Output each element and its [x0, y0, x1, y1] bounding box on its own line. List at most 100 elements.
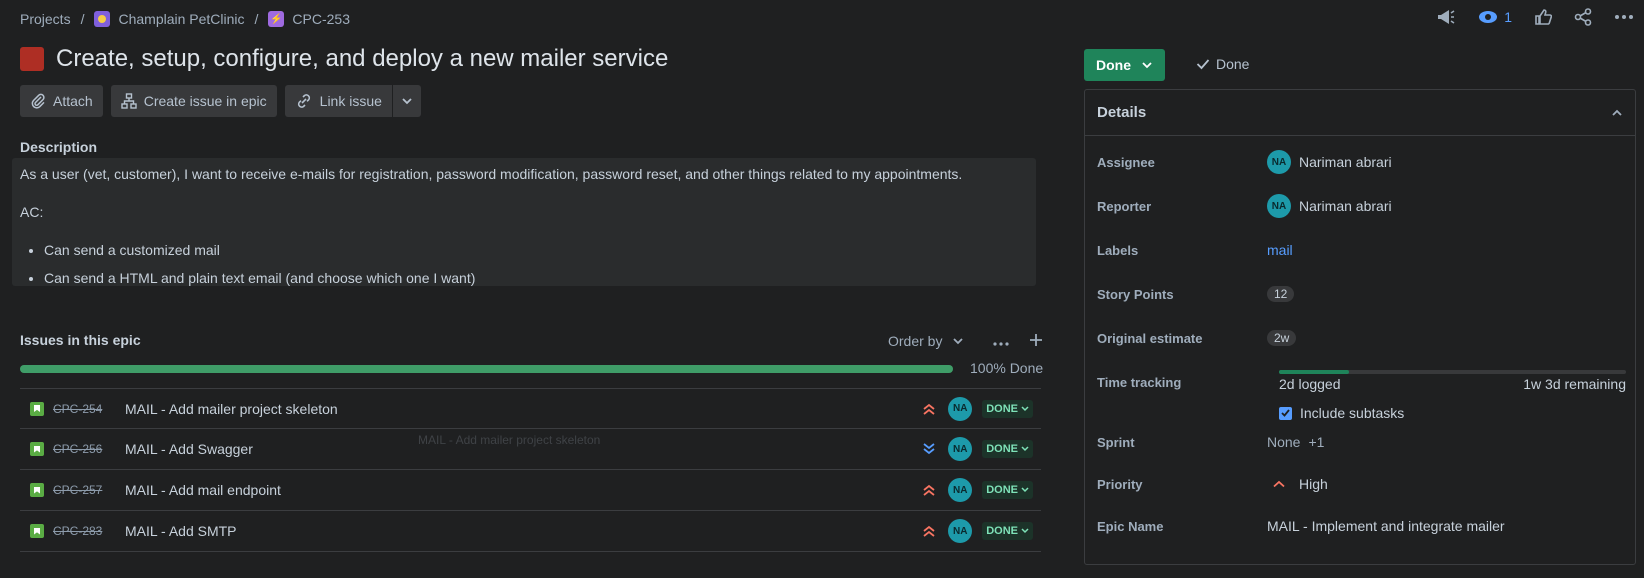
details-title: Details [1097, 104, 1147, 121]
issue-key-link[interactable]: CPC-283 [53, 524, 115, 538]
eye-icon [1479, 11, 1498, 23]
time-tracking-labels: 2d logged 1w 3d remaining [1279, 376, 1626, 392]
description-paragraph: As a user (vet, customer), I want to rec… [20, 166, 963, 182]
include-subtasks[interactable]: Include subtasks [1279, 401, 1579, 425]
resolution: Done [1196, 56, 1249, 72]
issue-summary[interactable]: MAIL - Add SMTP [125, 523, 920, 539]
reporter-avatar: NA [1267, 194, 1291, 218]
assignee-field: Assignee NA Nariman abrari [1097, 150, 1627, 174]
label-mail-link[interactable]: mail [1267, 242, 1293, 258]
sprint-value[interactable]: None +1 [1267, 434, 1324, 450]
time-remaining: 1w 3d remaining [1523, 376, 1626, 392]
epic-name-value[interactable]: MAIL - Implement and integrate mailer [1267, 518, 1505, 534]
chevron-down-icon [1021, 405, 1029, 411]
assignee-value[interactable]: NA Nariman abrari [1267, 150, 1392, 174]
order-by-label: Order by [888, 333, 943, 349]
breadcrumb-project[interactable]: Champlain PetClinic [118, 11, 244, 27]
status-transition-button[interactable]: Done [1084, 49, 1165, 81]
reporter-value[interactable]: NA Nariman abrari [1267, 194, 1392, 218]
create-issue-in-epic-label: Create issue in epic [143, 93, 267, 109]
assignee-avatar[interactable]: NA [948, 437, 973, 461]
epic-progress-bar [20, 365, 953, 373]
priority-field: Priority High [1097, 472, 1627, 496]
breadcrumb-issue-key[interactable]: CPC-253 [292, 11, 350, 27]
story-points-value[interactable]: 12 [1267, 286, 1295, 302]
status-lozenge[interactable]: DONE [982, 481, 1033, 499]
more-actions-icon[interactable] [1614, 14, 1634, 20]
reporter-field: Reporter NA Nariman abrari [1097, 194, 1627, 218]
status-lozenge[interactable]: DONE [982, 522, 1033, 540]
include-subtasks-checkbox[interactable] [1279, 406, 1292, 420]
breadcrumb: Projects / Champlain PetClinic / ⚡ CPC-2… [20, 9, 350, 29]
sprint-none: None [1267, 434, 1301, 450]
sprint-extra: +1 [1308, 434, 1325, 450]
priority-name: High [1299, 476, 1328, 492]
description-body[interactable]: As a user (vet, customer), I want to rec… [12, 158, 1036, 286]
assignee-avatar: NA [1267, 150, 1291, 174]
status-lozenge[interactable]: DONE [982, 440, 1033, 458]
story-type-icon [30, 524, 44, 538]
chevron-down-icon [1021, 446, 1029, 452]
project-avatar-icon [94, 11, 111, 27]
assignee-avatar[interactable]: NA [948, 519, 973, 543]
more-actions-dropdown[interactable] [392, 85, 421, 117]
issue-title[interactable]: Create, setup, configure, and deploy a n… [56, 45, 668, 73]
issue-summary[interactable]: MAIL - Add mailer project skeleton [125, 401, 920, 417]
assignee-label: Assignee [1097, 154, 1155, 170]
priority-high-icon [1267, 480, 1291, 488]
assignee-name: Nariman abrari [1299, 154, 1392, 170]
story-type-icon [30, 483, 44, 497]
breadcrumb-projects[interactable]: Projects [20, 11, 71, 27]
like-thumbs-up-icon[interactable] [1534, 8, 1552, 26]
time-logged: 2d logged [1279, 376, 1341, 392]
status-lozenge[interactable]: DONE [982, 399, 1033, 418]
issue-key-link[interactable]: CPC-256 [53, 442, 115, 456]
epic-type-icon: ⚡ [268, 11, 285, 27]
issue-header: Create, setup, configure, and deploy a n… [20, 45, 668, 73]
description-heading: Description [20, 139, 98, 155]
reporter-name: Nariman abrari [1299, 198, 1392, 214]
epic-issue-row[interactable]: CPC-283 MAIL - Add SMTP NA DONE [20, 511, 1041, 552]
chevron-down-icon [1021, 528, 1029, 534]
sprint-label: Sprint [1097, 434, 1135, 450]
epic-issue-list: CPC-254 MAIL - Add mailer project skelet… [20, 388, 1041, 552]
epic-issue-row[interactable]: CPC-257 MAIL - Add mail endpoint NA DONE [20, 470, 1041, 511]
feedback-megaphone-icon[interactable] [1436, 8, 1456, 26]
link-icon [297, 94, 310, 108]
link-issue-group: Link issue [284, 85, 421, 117]
attach-label: Attach [53, 93, 93, 109]
assignee-avatar[interactable]: NA [948, 396, 973, 421]
issue-key-link[interactable]: CPC-257 [53, 483, 115, 497]
epic-name-label: Epic Name [1097, 518, 1164, 534]
sprint-field: Sprint None +1 [1097, 430, 1627, 454]
priority-highest-icon [920, 400, 938, 418]
details-header[interactable]: Details [1085, 90, 1635, 136]
priority-label: Priority [1097, 476, 1143, 492]
share-icon[interactable] [1574, 8, 1592, 26]
order-by-dropdown[interactable]: Order by [888, 333, 964, 349]
assignee-avatar[interactable]: NA [948, 478, 973, 502]
original-estimate-value[interactable]: 2w [1267, 330, 1297, 346]
resolution-label: Done [1216, 56, 1250, 72]
issue-key-link[interactable]: CPC-254 [53, 402, 115, 416]
story-points-field: Story Points 12 [1097, 282, 1627, 306]
drag-ghost-text: MAIL - Add mailer project skeleton [418, 433, 601, 447]
watch-button[interactable]: 1 [1478, 9, 1512, 25]
issue-type-icon [20, 47, 44, 71]
story-type-icon [30, 401, 44, 416]
add-child-issue-icon[interactable] [1029, 333, 1043, 352]
time-tracking-widget[interactable]: 2d logged 1w 3d remaining [1097, 370, 1627, 396]
epic-issue-row[interactable]: CPC-254 MAIL - Add mailer project skelet… [20, 388, 1041, 429]
original-estimate-field: Original estimate 2w [1097, 326, 1627, 350]
description-ac: AC: [20, 204, 44, 220]
issue-summary[interactable]: MAIL - Add mail endpoint [125, 482, 920, 498]
create-issue-in-epic-button[interactable]: Create issue in epic [110, 85, 277, 117]
attach-button[interactable]: Attach [20, 85, 103, 117]
link-issue-button[interactable]: Link issue [284, 85, 392, 117]
watch-count: 1 [1504, 9, 1512, 25]
epic-name-field: Epic Name MAIL - Implement and integrate… [1097, 514, 1627, 538]
priority-value[interactable]: High [1267, 476, 1328, 492]
epic-more-icon[interactable] [993, 333, 1009, 352]
epic-progress-text: 100% Done [970, 360, 1044, 376]
breadcrumb-separator: / [80, 11, 85, 27]
